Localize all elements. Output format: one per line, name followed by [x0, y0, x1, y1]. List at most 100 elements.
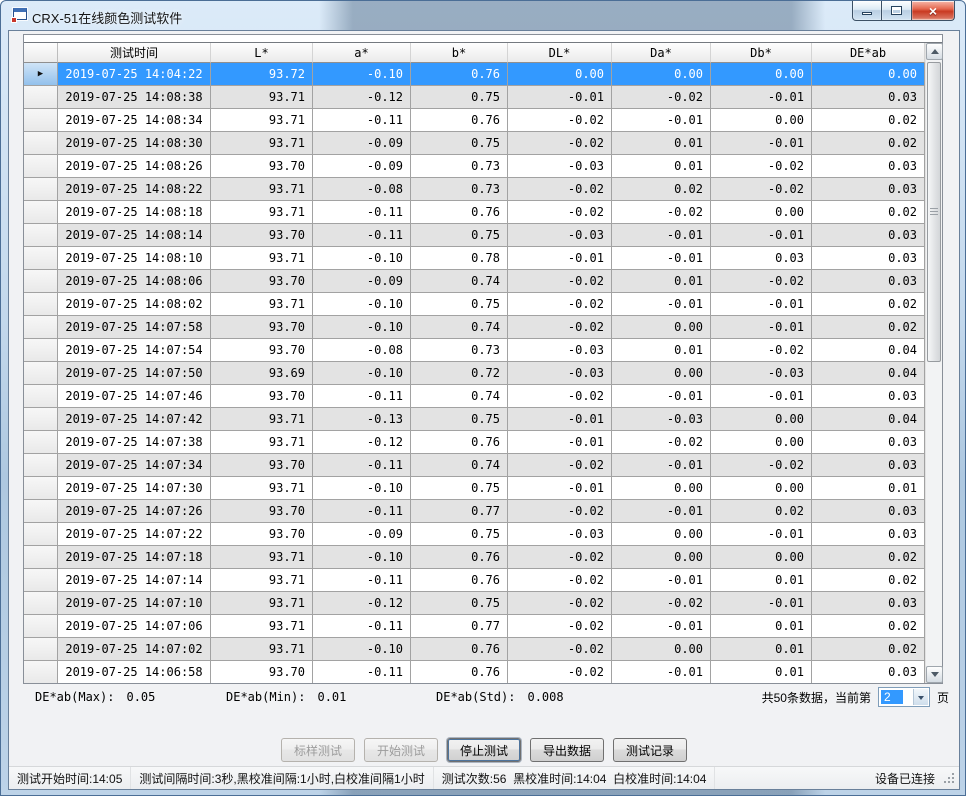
row-header-cell[interactable] [24, 431, 58, 454]
grid-cell[interactable]: 2019-07-25 14:08:14 [58, 224, 211, 247]
scroll-up-button[interactable] [926, 43, 943, 60]
grid-cell[interactable]: 0.01 [711, 661, 812, 683]
grid-cell[interactable]: 0.75 [411, 408, 508, 431]
row-header-cell[interactable] [24, 109, 58, 132]
grid-cell[interactable]: -0.12 [313, 431, 411, 454]
grid-cell[interactable]: 2019-07-25 14:07:42 [58, 408, 211, 431]
grid-cell[interactable]: -0.11 [313, 615, 411, 638]
grid-cell[interactable]: -0.11 [313, 500, 411, 523]
row-header-cell[interactable] [24, 615, 58, 638]
grid-cell[interactable]: 0.03 [812, 155, 925, 178]
grid-cell[interactable]: -0.03 [508, 339, 612, 362]
grid-cell[interactable]: 93.71 [211, 293, 313, 316]
grid-cell[interactable]: -0.01 [612, 385, 711, 408]
column-header-2[interactable]: a* [313, 43, 411, 63]
grid-cell[interactable]: 93.71 [211, 86, 313, 109]
grid-cell[interactable]: 0.76 [411, 201, 508, 224]
grid-cell[interactable]: 2019-07-25 14:07:22 [58, 523, 211, 546]
grid-cell[interactable]: 93.71 [211, 431, 313, 454]
table-row[interactable]: 2019-07-25 14:07:1493.71-0.110.76-0.02-0… [24, 569, 925, 592]
grid-cell[interactable]: -0.10 [313, 546, 411, 569]
grid-cell[interactable]: 0.00 [612, 638, 711, 661]
grid-cell[interactable]: 0.78 [411, 247, 508, 270]
grid-cell[interactable]: 0.75 [411, 132, 508, 155]
grid-cell[interactable]: 0.76 [411, 546, 508, 569]
grid-cell[interactable]: 0.73 [411, 155, 508, 178]
grid-cell[interactable]: -0.02 [711, 155, 812, 178]
row-header-cell[interactable] [24, 385, 58, 408]
column-header-6[interactable]: Db* [711, 43, 812, 63]
resize-grip-icon[interactable] [944, 773, 956, 785]
grid-cell[interactable]: 93.71 [211, 638, 313, 661]
row-header-cell[interactable] [24, 661, 58, 683]
grid-cell[interactable]: 2019-07-25 14:07:34 [58, 454, 211, 477]
grid-cell[interactable]: -0.09 [313, 155, 411, 178]
grid-cell[interactable]: 93.70 [211, 385, 313, 408]
grid-cell[interactable]: -0.01 [508, 247, 612, 270]
grid-cell[interactable]: 2019-07-25 14:08:10 [58, 247, 211, 270]
grid-cell[interactable]: 93.71 [211, 408, 313, 431]
grid-cell[interactable]: -0.03 [508, 523, 612, 546]
grid-cell[interactable]: -0.02 [508, 385, 612, 408]
vertical-scrollbar[interactable] [925, 43, 942, 683]
grid-cell[interactable]: 2019-07-25 14:07:06 [58, 615, 211, 638]
grid-cell[interactable]: -0.02 [508, 546, 612, 569]
grid-cell[interactable]: 93.71 [211, 178, 313, 201]
row-header-cell[interactable] [24, 523, 58, 546]
grid-cell[interactable]: -0.03 [612, 408, 711, 431]
grid-cell[interactable]: -0.10 [313, 293, 411, 316]
grid-cell[interactable]: -0.02 [612, 201, 711, 224]
grid-cell[interactable]: -0.11 [313, 454, 411, 477]
grid-cell[interactable]: -0.10 [313, 638, 411, 661]
grid-cell[interactable]: -0.11 [313, 224, 411, 247]
grid-cell[interactable]: -0.02 [508, 638, 612, 661]
grid-cell[interactable]: -0.01 [711, 224, 812, 247]
grid-cell[interactable]: -0.13 [313, 408, 411, 431]
row-header-cell[interactable] [24, 408, 58, 431]
grid-cell[interactable]: -0.01 [508, 86, 612, 109]
grid-cell[interactable]: 0.75 [411, 523, 508, 546]
grid-cell[interactable]: 93.69 [211, 362, 313, 385]
table-row[interactable]: 2019-07-25 14:07:2693.70-0.110.77-0.02-0… [24, 500, 925, 523]
row-header-cell[interactable] [24, 293, 58, 316]
grid-cell[interactable]: -0.02 [711, 270, 812, 293]
grid-cell[interactable]: -0.03 [508, 224, 612, 247]
column-header-4[interactable]: DL* [508, 43, 612, 63]
grid-cell[interactable]: -0.01 [612, 569, 711, 592]
grid-cell[interactable]: -0.08 [313, 178, 411, 201]
table-row[interactable]: 2019-07-25 14:08:3493.71-0.110.76-0.02-0… [24, 109, 925, 132]
grid-cell[interactable]: -0.09 [313, 132, 411, 155]
grid-cell[interactable]: 2019-07-25 14:07:50 [58, 362, 211, 385]
grid-cell[interactable]: 93.70 [211, 270, 313, 293]
grid-cell[interactable]: -0.01 [612, 500, 711, 523]
grid-cell[interactable]: 2019-07-25 14:06:58 [58, 661, 211, 683]
grid-cell[interactable]: 0.00 [508, 63, 612, 86]
grid-cell[interactable]: -0.01 [508, 477, 612, 500]
row-header-cell[interactable] [24, 638, 58, 661]
grid-cell[interactable]: 0.04 [812, 339, 925, 362]
grid-cell[interactable]: 0.02 [812, 615, 925, 638]
grid-cell[interactable]: 2019-07-25 14:07:30 [58, 477, 211, 500]
grid-cell[interactable]: 0.01 [812, 477, 925, 500]
table-row[interactable]: 2019-07-25 14:06:5893.70-0.110.76-0.02-0… [24, 661, 925, 683]
grid-cell[interactable]: -0.01 [711, 293, 812, 316]
grid-cell[interactable]: 2019-07-25 14:07:02 [58, 638, 211, 661]
grid-cell[interactable]: -0.12 [313, 86, 411, 109]
grid-cell[interactable]: -0.03 [711, 362, 812, 385]
grid-cell[interactable]: 0.72 [411, 362, 508, 385]
table-row[interactable]: 2019-07-25 14:07:0293.71-0.100.76-0.020.… [24, 638, 925, 661]
grid-cell[interactable]: 0.77 [411, 500, 508, 523]
grid-cell[interactable]: -0.02 [508, 316, 612, 339]
grid-cell[interactable]: 0.73 [411, 178, 508, 201]
column-header-3[interactable]: b* [411, 43, 508, 63]
grid-cell[interactable]: -0.10 [313, 247, 411, 270]
grid-cell[interactable]: 0.03 [812, 431, 925, 454]
grid-cell[interactable]: -0.12 [313, 592, 411, 615]
page-selector[interactable]: 2 [878, 687, 930, 707]
export-data-button[interactable]: 导出数据 [530, 738, 604, 762]
row-header-cell[interactable] [24, 500, 58, 523]
row-header-cell[interactable] [24, 178, 58, 201]
grid-cell[interactable]: 93.71 [211, 477, 313, 500]
grid-cell[interactable]: 0.02 [812, 201, 925, 224]
grid-cell[interactable]: 0.76 [411, 661, 508, 683]
